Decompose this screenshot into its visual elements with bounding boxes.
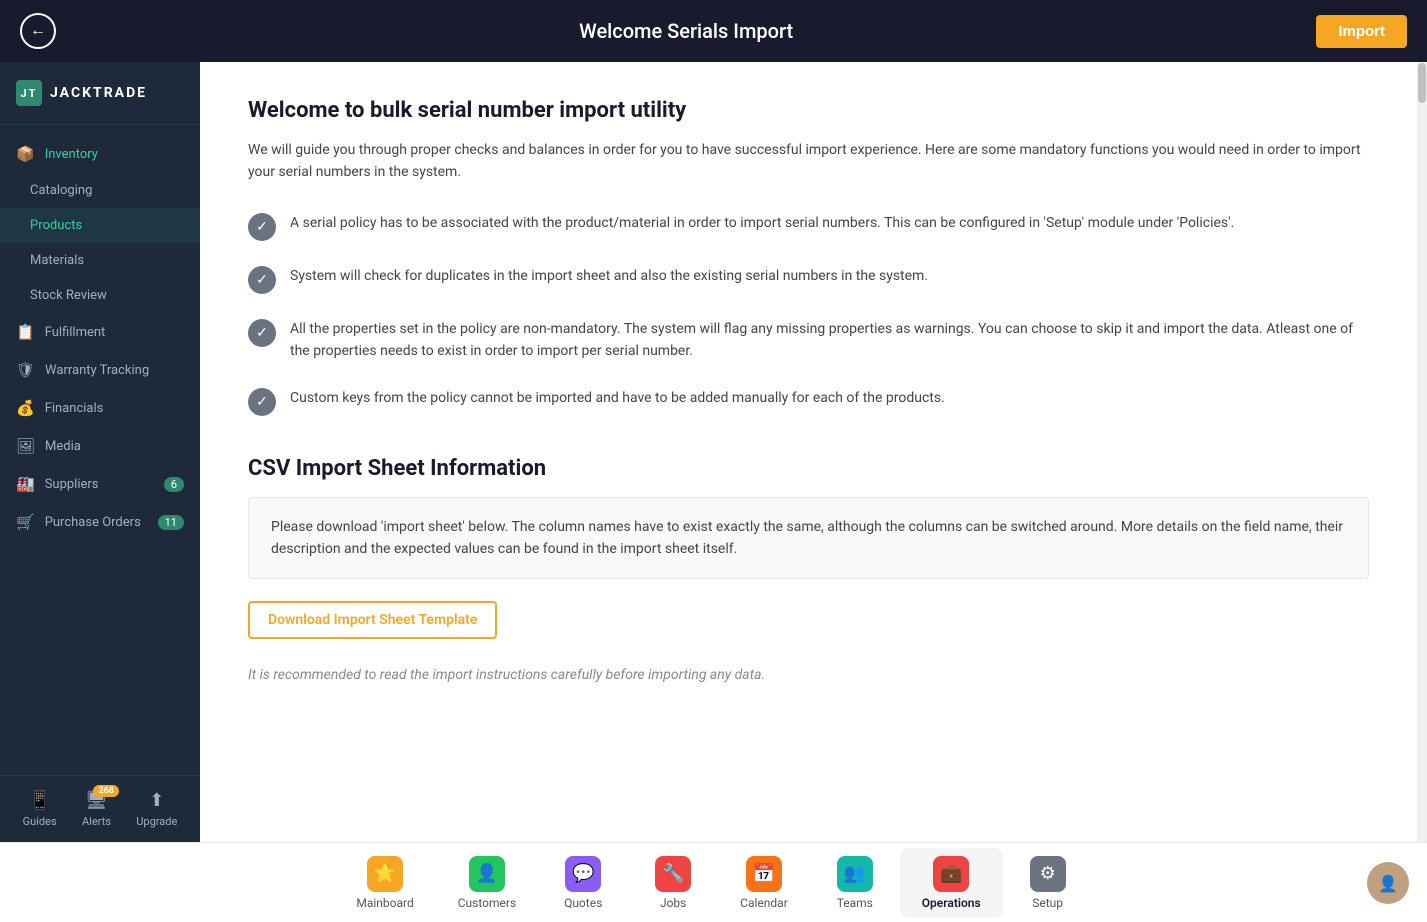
sidebar-nav: 📦 Inventory Cataloging Products Material… (0, 125, 200, 551)
sidebar-item-products[interactable]: Products (0, 208, 200, 243)
nav-mainboard[interactable]: ⭐ Mainboard (334, 848, 435, 918)
sidebar-item-cataloging[interactable]: Cataloging (0, 173, 200, 208)
check-icon-3: ✓ (248, 319, 276, 347)
fulfillment-icon: 📋 (16, 323, 35, 341)
sidebar-item-inventory[interactable]: 📦 Inventory (0, 135, 200, 173)
nav-teams[interactable]: 👥 Teams (810, 848, 900, 918)
checklist-item-2: ✓ System will check for duplicates in th… (248, 265, 1369, 294)
setup-icon: ⚙ (1030, 856, 1066, 892)
csv-description: Please download 'import sheet' below. Th… (248, 497, 1369, 580)
sidebar-item-suppliers[interactable]: 🏭 Suppliers 6 (0, 465, 200, 503)
download-template-button[interactable]: Download Import Sheet Template (248, 601, 497, 639)
bottom-nav: ⭐ Mainboard 👤 Customers 💬 Quotes 🔧 Jobs … (0, 842, 1427, 922)
sidebar-item-fulfillment[interactable]: 📋 Fulfillment (0, 313, 200, 351)
nav-jobs[interactable]: 🔧 Jobs (628, 848, 718, 918)
sidebar-footer: 📱 Guides 268 🖥 Alerts ⬆ Upgrade (0, 775, 200, 842)
logo: JT JACKTRADE (16, 80, 184, 106)
sidebar-item-materials[interactable]: Materials (0, 243, 200, 278)
alerts-badge: 268 (93, 785, 119, 797)
sidebar-item-media[interactable]: 🖼 Media (0, 427, 200, 465)
guides-icon: 📱 (28, 790, 50, 811)
nav-calendar[interactable]: 📅 Calendar (718, 848, 810, 918)
sidebar-item-warranty-tracking[interactable]: 🛡 Warranty Tracking (0, 351, 200, 389)
nav-setup[interactable]: ⚙ Setup (1003, 848, 1093, 918)
csv-section: CSV Import Sheet Information Please down… (248, 456, 1369, 640)
import-button[interactable]: Import (1316, 15, 1407, 48)
check-icon-4: ✓ (248, 388, 276, 416)
upgrade-icon: ⬆ (149, 790, 164, 811)
guides-button[interactable]: 📱 Guides (23, 790, 57, 828)
sidebar: JT JACKTRADE 📦 Inventory Cataloging Prod… (0, 62, 200, 842)
checklist-text-3: All the properties set in the policy are… (290, 318, 1369, 363)
alerts-button[interactable]: 268 🖥 Alerts (82, 790, 111, 828)
checklist-item-3: ✓ All the properties set in the policy a… (248, 318, 1369, 363)
upgrade-button[interactable]: ⬆ Upgrade (136, 790, 177, 828)
calendar-icon: 📅 (746, 856, 782, 892)
nav-operations[interactable]: 💼 Operations (900, 848, 1003, 918)
purchase-orders-badge: 11 (158, 515, 184, 530)
avatar[interactable]: 👤 (1367, 862, 1409, 904)
top-header: ← Welcome Serials Import Import (0, 0, 1427, 62)
quotes-icon: 💬 (565, 856, 601, 892)
check-icon-2: ✓ (248, 266, 276, 294)
suppliers-icon: 🏭 (16, 475, 35, 493)
financials-icon: 💰 (16, 399, 35, 417)
sidebar-item-stock-review[interactable]: Stock Review (0, 278, 200, 313)
check-icon-1: ✓ (248, 213, 276, 241)
purchase-orders-icon: 🛒 (16, 513, 35, 531)
suppliers-badge: 6 (164, 477, 184, 492)
sidebar-item-purchase-orders[interactable]: 🛒 Purchase Orders 11 (0, 503, 200, 541)
scrollbar[interactable] (1417, 62, 1427, 842)
intro-text: We will guide you through proper checks … (248, 139, 1369, 184)
checklist-text-4: Custom keys from the policy cannot be im… (290, 387, 945, 409)
mainboard-icon: ⭐ (367, 856, 403, 892)
jobs-icon: 🔧 (655, 856, 691, 892)
checklist-item-4: ✓ Custom keys from the policy cannot be … (248, 387, 1369, 416)
main-heading: Welcome to bulk serial number import uti… (248, 98, 1369, 123)
scroll-hint: It is recommended to read the import ins… (248, 667, 1369, 683)
csv-heading: CSV Import Sheet Information (248, 456, 1369, 481)
checklist-item-1: ✓ A serial policy has to be associated w… (248, 212, 1369, 241)
warranty-icon: 🛡 (16, 361, 35, 379)
inventory-icon: 📦 (16, 145, 35, 163)
nav-quotes[interactable]: 💬 Quotes (538, 848, 628, 918)
logo-icon: JT (16, 80, 42, 106)
nav-customers[interactable]: 👤 Customers (436, 848, 538, 918)
checklist-text-1: A serial policy has to be associated wit… (290, 212, 1234, 234)
logo-area: JT JACKTRADE (0, 62, 200, 125)
scrollbar-thumb (1418, 63, 1426, 103)
media-icon: 🖼 (16, 437, 35, 455)
teams-icon: 👥 (837, 856, 873, 892)
main-layout: JT JACKTRADE 📦 Inventory Cataloging Prod… (0, 62, 1427, 842)
operations-icon: 💼 (933, 856, 969, 892)
customers-icon: 👤 (469, 856, 505, 892)
sidebar-item-financials[interactable]: 💰 Financials (0, 389, 200, 427)
checklist-text-2: System will check for duplicates in the … (290, 265, 928, 287)
content-area: Welcome to bulk serial number import uti… (200, 62, 1417, 842)
checklist: ✓ A serial policy has to be associated w… (248, 212, 1369, 416)
back-button[interactable]: ← (20, 13, 56, 49)
page-title: Welcome Serials Import (579, 19, 793, 43)
